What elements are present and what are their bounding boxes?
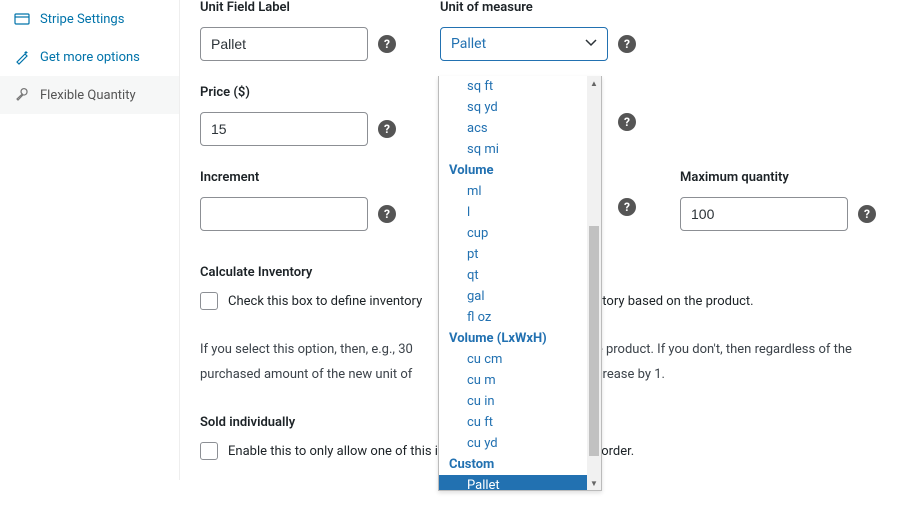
card-icon	[14, 11, 30, 27]
scroll-down-icon[interactable]: ▼	[587, 476, 601, 490]
sidebar-item-stripe-settings[interactable]: Stripe Settings	[0, 0, 179, 38]
dropdown-group: Custom	[439, 454, 601, 475]
calculate-inventory-text-before: Check this box to define inventory	[228, 294, 422, 309]
dropdown-option[interactable]: ml	[439, 181, 601, 202]
field-unit-field-label: Unit Field Label ?	[200, 0, 400, 61]
increment-input[interactable]	[200, 197, 368, 231]
scrollbar-thumb[interactable]	[589, 226, 599, 456]
help-icon[interactable]: ?	[858, 205, 876, 223]
increment-label: Increment	[200, 170, 259, 185]
scroll-up-icon[interactable]: ▲	[587, 76, 601, 90]
field-increment: Increment ?	[200, 170, 400, 231]
wrench-icon	[14, 87, 30, 103]
dropdown-option[interactable]: cu in	[439, 391, 601, 412]
dropdown-option[interactable]: fl oz	[439, 307, 601, 328]
maximum-quantity-label: Maximum quantity	[680, 170, 789, 185]
dropdown-option[interactable]: qt	[439, 265, 601, 286]
dropdown-option[interactable]: pt	[439, 244, 601, 265]
dropdown-group: Volume (LxWxH)	[439, 328, 601, 349]
calculate-inventory-checkbox[interactable]	[200, 292, 218, 310]
dropdown-option[interactable]: gal	[439, 286, 601, 307]
sidebar-item-label: Stripe Settings	[40, 12, 124, 27]
wand-icon	[14, 49, 30, 65]
chevron-down-icon	[585, 39, 597, 50]
help-icon[interactable]: ?	[378, 35, 396, 53]
dropdown-option[interactable]: cu yd	[439, 433, 601, 454]
sold-individually-checkbox[interactable]	[200, 442, 218, 460]
dropdown-option[interactable]: acs	[439, 118, 601, 139]
dropdown-group: Volume	[439, 160, 601, 181]
unit-field-label-label: Unit Field Label	[200, 0, 290, 15]
dropdown-option[interactable]: sq yd	[439, 97, 601, 118]
sidebar-item-label: Flexible Quantity	[40, 88, 136, 103]
field-unit-of-measure: Unit of measure Pallet ?	[440, 0, 640, 61]
sidebar-item-flexible-quantity[interactable]: Flexible Quantity	[0, 76, 179, 114]
price-label: Price ($)	[200, 85, 250, 100]
dropdown-option[interactable]: cu m	[439, 370, 601, 391]
help-icon[interactable]: ?	[378, 120, 396, 138]
help-icon[interactable]: ?	[618, 198, 636, 216]
field-price: Price ($) ?	[200, 85, 400, 146]
calculate-inventory-text-after: entory based on the product.	[588, 294, 753, 309]
unit-of-measure-dropdown[interactable]: sq ftsq ydacssq miVolumemllcupptqtgalfl …	[438, 76, 602, 491]
help-icon[interactable]: ?	[618, 35, 636, 53]
settings-sidebar: Stripe Settings Get more options Flexibl…	[0, 0, 180, 480]
maximum-quantity-input[interactable]	[680, 197, 848, 231]
sidebar-item-get-more-options[interactable]: Get more options	[0, 38, 179, 76]
dropdown-option[interactable]: sq mi	[439, 139, 601, 160]
dropdown-option[interactable]: Pallet	[439, 475, 601, 490]
dropdown-option[interactable]: l	[439, 202, 601, 223]
dropdown-option[interactable]: cu cm	[439, 349, 601, 370]
field-maximum-quantity: Maximum quantity ?	[680, 170, 880, 231]
dropdown-option[interactable]: cup	[439, 223, 601, 244]
sidebar-item-label: Get more options	[40, 50, 140, 65]
dropdown-scrollbar[interactable]: ▲ ▼	[587, 76, 601, 490]
unit-of-measure-value: Pallet	[451, 36, 486, 52]
price-input[interactable]	[200, 112, 368, 146]
unit-of-measure-select[interactable]: Pallet	[440, 27, 608, 61]
dropdown-option[interactable]: cu ft	[439, 412, 601, 433]
unit-of-measure-label: Unit of measure	[440, 0, 533, 15]
help-icon[interactable]: ?	[378, 205, 396, 223]
dropdown-option[interactable]: sq ft	[439, 76, 601, 97]
help-icon[interactable]: ?	[618, 113, 636, 131]
unit-field-label-input[interactable]	[200, 27, 368, 61]
